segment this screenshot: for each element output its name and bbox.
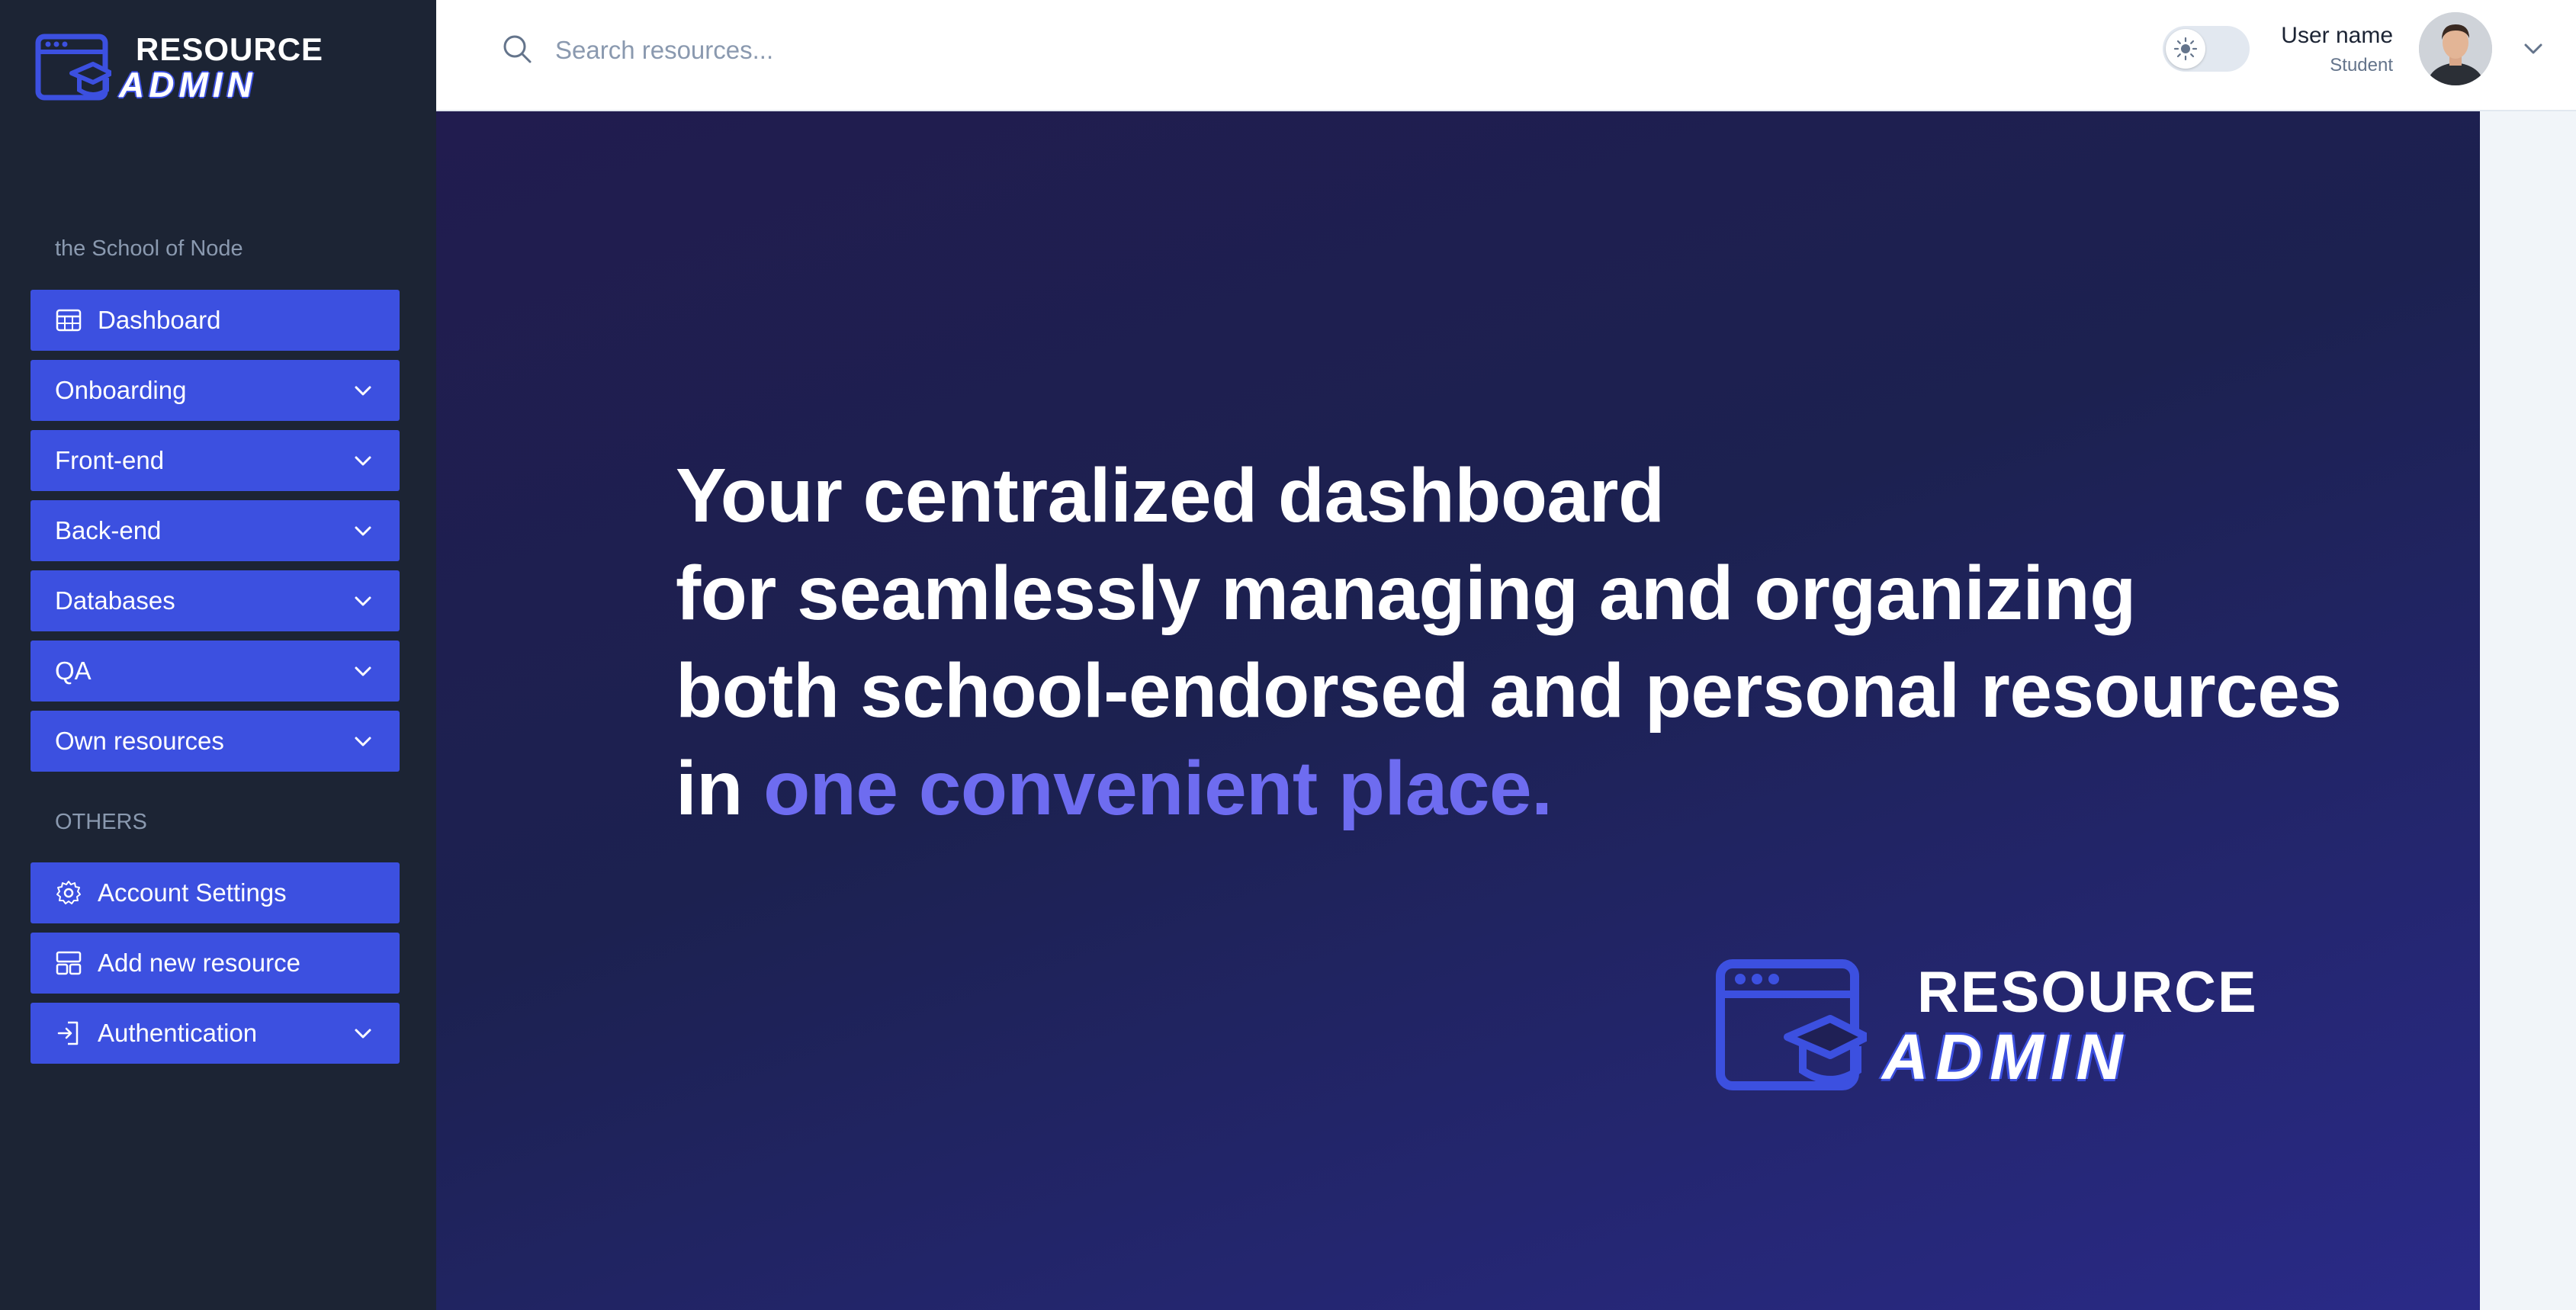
chevron-down-icon [355,386,371,396]
sidebar-item-label: Onboarding [55,376,187,404]
sidebar-item-back-end[interactable]: Back-end [31,500,400,561]
hero-brand-line1: RESOURCE [1917,960,2258,1025]
chevron-down-icon [355,666,371,676]
sidebar-item-label: Databases [55,586,175,615]
sidebar-item-label: Back-end [55,516,162,544]
sidebar-item-label: Authentication [98,1019,258,1047]
chevron-down-icon [355,526,371,536]
chevron-down-icon [355,1029,371,1039]
user-role: Student [2330,55,2393,75]
sidebar-item-label: Account Settings [98,878,287,907]
hero-line-4-prefix: in [676,746,743,831]
sidebar: RESOURCE ADMIN the School of Node Dashbo… [0,0,436,1310]
sidebar-logo[interactable]: RESOURCE ADMIN [35,34,323,102]
sidebar-item-label: Front-end [55,446,165,474]
sun-icon [2166,29,2205,69]
browser-cap-logo-icon [35,34,111,101]
search-input[interactable] [555,29,1241,72]
sidebar-section-title: the School of Node [55,236,243,261]
sidebar-item-qa[interactable]: QA [31,641,400,702]
hero-line-2: for seamlessly managing and organizing [676,551,2136,636]
hero-line-4: in one convenient place. [676,740,2342,837]
sidebar-item-dashboard[interactable]: Dashboard [31,290,400,351]
sidebar-item-authentication[interactable]: Authentication [31,1003,400,1064]
search-icon [503,35,532,63]
sidebar-item-account-settings[interactable]: Account Settings [31,862,400,923]
sidebar-item-label: Dashboard [98,306,221,334]
calendar-icon [55,307,82,334]
sidebar-item-front-end[interactable]: Front-end [31,430,400,491]
sidebar-section-others: OTHERS [55,810,147,834]
avatar[interactable] [2419,12,2492,85]
hero-line-3: both school-endorsed and personal resour… [676,648,2342,734]
chevron-down-icon[interactable] [2521,37,2545,61]
brand-line1: RESOURCE [136,31,324,67]
sidebar-item-label: Add new resource [98,949,300,977]
layout-icon [55,949,82,977]
chevron-down-icon [355,596,371,606]
gear-icon [55,879,82,907]
login-icon [55,1019,82,1047]
hero-headline: Your centralized dashboard for seamlessl… [676,447,2342,837]
hero-accent-text: one convenient place. [763,746,1553,831]
brand-line2: ADMIN [119,65,257,104]
browser-cap-logo-icon [1716,959,1867,1090]
sidebar-item-add-new-resource[interactable]: Add new resource [31,933,400,994]
user-info[interactable]: User name Student [2281,23,2393,76]
app: RESOURCE ADMIN the School of Node Dashbo… [0,0,2576,1310]
sidebar-item-databases[interactable]: Databases [31,570,400,631]
sidebar-item-label: Own resources [55,727,224,755]
sidebar-item-own-resources[interactable]: Own resources [31,711,400,772]
chevron-down-icon [355,456,371,466]
sidebar-item-label: QA [55,657,92,685]
chevron-down-icon [355,737,371,747]
theme-toggle[interactable] [2163,26,2250,72]
hero-logo: RESOURCE ADMIN [1714,958,2258,1095]
user-name: User name [2281,23,2393,48]
sidebar-others-menu: Account Settings Add new resource Authen… [31,862,400,1073]
hero-section: Your centralized dashboard for seamlessl… [436,111,2480,1310]
sidebar-item-onboarding[interactable]: Onboarding [31,360,400,421]
hero-line-1: Your centralized dashboard [676,453,1665,538]
hero-brand-line2: ADMIN [1882,1021,2131,1093]
sidebar-menu: Dashboard Onboarding Front-end Back-end … [31,290,400,781]
top-header: User name Student [436,0,2576,111]
